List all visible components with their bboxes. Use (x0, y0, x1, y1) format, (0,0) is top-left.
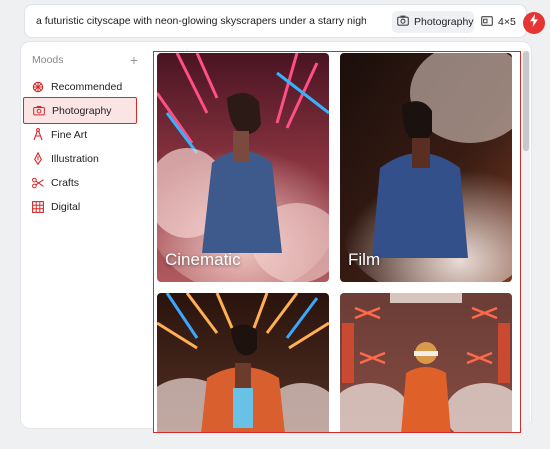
mood-item-label: Photography (52, 104, 112, 117)
mood-item-recommended[interactable]: Recommended (23, 73, 137, 100)
sparkle-icon (32, 81, 44, 93)
neon-portrait-image (157, 293, 329, 432)
mood-item-digital[interactable]: Digital (23, 193, 137, 220)
style-chip-button[interactable]: Photography (392, 11, 474, 33)
moods-header: Moods + (32, 53, 138, 67)
scrollbar-thumb[interactable] (523, 51, 529, 151)
mood-item-illustration[interactable]: Illustration (23, 145, 137, 172)
mood-item-label: Digital (51, 200, 81, 213)
style-card-label: Film (348, 250, 381, 269)
style-card-3[interactable] (157, 293, 329, 432)
grid-icon (32, 200, 44, 213)
film-image (340, 53, 512, 282)
generate-button[interactable] (523, 12, 545, 34)
compass-icon (32, 128, 44, 141)
style-gallery: Cinematic Film (153, 51, 521, 433)
aspect-ratio-icon (481, 15, 493, 29)
mood-item-label: Illustration (51, 152, 99, 165)
scissors-icon (32, 177, 44, 189)
mood-item-crafts[interactable]: Crafts (23, 169, 137, 196)
cinematic-image (157, 53, 329, 282)
camera-icon (397, 15, 409, 29)
mood-item-photography[interactable]: Photography (23, 97, 137, 124)
mood-item-label: Recommended (51, 80, 123, 93)
moods-title: Moods (32, 54, 64, 66)
style-card-label: Cinematic (165, 250, 241, 269)
add-mood-button[interactable]: + (130, 53, 138, 67)
pen-nib-icon (32, 152, 44, 165)
mood-item-fine-art[interactable]: Fine Art (23, 121, 137, 148)
style-chip-label: Photography (414, 16, 474, 28)
prompt-bar: a futuristic cityscape with neon-glowing… (24, 4, 545, 38)
moods-sidebar: Moods + Recommended Photography Fine Art… (21, 42, 151, 428)
style-card-4[interactable] (340, 293, 512, 432)
orange-room-image (340, 293, 512, 432)
lightning-icon (529, 14, 539, 32)
aspect-ratio-button[interactable]: 4×5 (481, 13, 516, 31)
gallery-scrollbar[interactable] (522, 51, 530, 429)
mood-item-label: Crafts (51, 176, 80, 189)
mood-item-label: Fine Art (51, 128, 88, 141)
aspect-ratio-label: 4×5 (498, 16, 516, 28)
style-card-film[interactable]: Film (340, 53, 512, 282)
style-card-cinematic[interactable]: Cinematic (157, 53, 329, 282)
camera-icon (33, 105, 45, 117)
prompt-input[interactable]: a futuristic cityscape with neon-glowing… (36, 15, 366, 27)
